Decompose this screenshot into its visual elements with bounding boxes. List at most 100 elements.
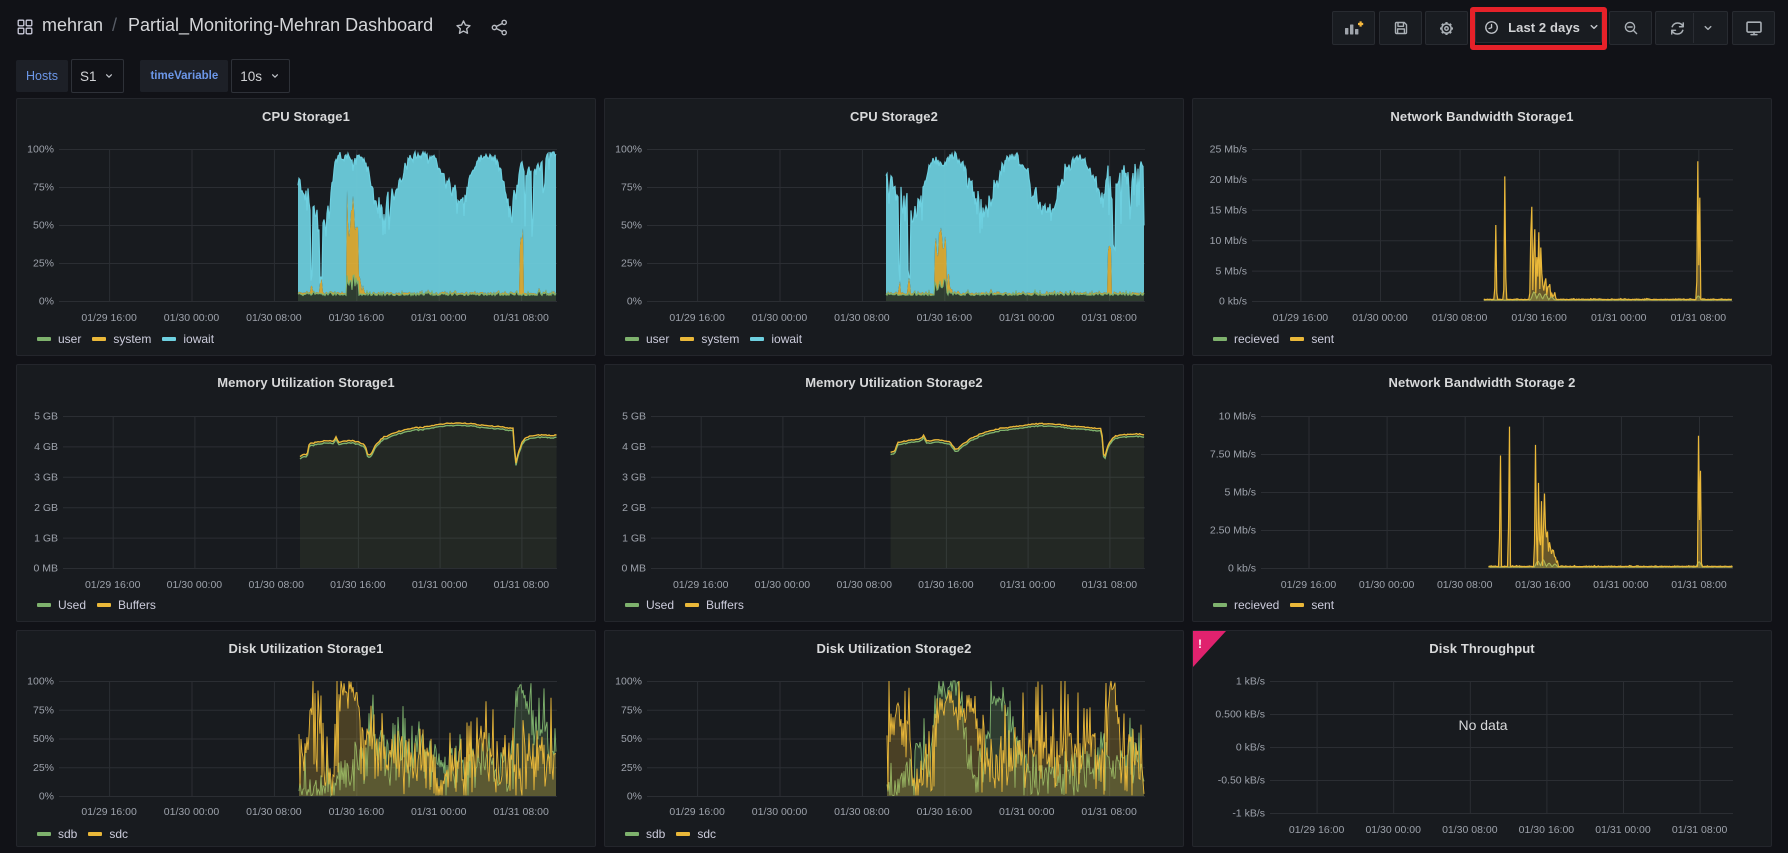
svg-text:01/31 00:00: 01/31 00:00 [412,579,468,591]
svg-text:01/30 16:00: 01/30 16:00 [917,806,973,818]
svg-text:01/29 16:00: 01/29 16:00 [669,312,725,324]
svg-text:50%: 50% [33,733,54,745]
svg-text:50%: 50% [621,733,642,745]
svg-text:01/29 16:00: 01/29 16:00 [673,579,729,591]
svg-text:2 GB: 2 GB [622,502,646,514]
svg-text:0 kB/s: 0 kB/s [1236,742,1265,754]
svg-text:01/31 08:00: 01/31 08:00 [1672,824,1728,836]
svg-text:01/31 08:00: 01/31 08:00 [1082,579,1138,591]
svg-text:01/30 00:00: 01/30 00:00 [164,806,220,818]
svg-text:100%: 100% [27,676,54,688]
svg-text:01/30 16:00: 01/30 16:00 [1519,824,1575,836]
svg-text:75%: 75% [33,182,54,194]
svg-text:01/30 08:00: 01/30 08:00 [836,579,892,591]
svg-text:01/30 08:00: 01/30 08:00 [246,806,302,818]
svg-text:5 GB: 5 GB [622,411,646,423]
svg-text:25%: 25% [621,762,642,774]
svg-text:01/31 00:00: 01/31 00:00 [1591,312,1647,324]
svg-text:01/30 08:00: 01/30 08:00 [834,806,890,818]
svg-text:01/30 00:00: 01/30 00:00 [752,312,808,324]
svg-text:01/29 16:00: 01/29 16:00 [1281,579,1337,591]
svg-text:5 Mb/s: 5 Mb/s [1224,487,1256,499]
svg-text:0%: 0% [627,791,642,803]
svg-text:100%: 100% [615,144,642,156]
svg-text:01/29 16:00: 01/29 16:00 [1289,824,1345,836]
svg-text:01/31 08:00: 01/31 08:00 [493,312,549,324]
svg-text:0.500 kB/s: 0.500 kB/s [1215,709,1265,721]
svg-text:01/30 16:00: 01/30 16:00 [329,806,385,818]
svg-text:01/30 16:00: 01/30 16:00 [917,312,973,324]
svg-text:1 GB: 1 GB [34,532,58,544]
svg-text:5 GB: 5 GB [34,411,58,423]
svg-text:10 Mb/s: 10 Mb/s [1210,235,1247,247]
svg-text:50%: 50% [33,220,54,232]
svg-text:01/30 08:00: 01/30 08:00 [834,312,890,324]
svg-text:20 Mb/s: 20 Mb/s [1210,174,1247,186]
svg-text:50%: 50% [621,220,642,232]
svg-text:01/31 08:00: 01/31 08:00 [1081,806,1137,818]
svg-text:25%: 25% [33,762,54,774]
svg-text:01/30 08:00: 01/30 08:00 [1442,824,1498,836]
svg-text:01/29 16:00: 01/29 16:00 [669,806,725,818]
svg-text:10 Mb/s: 10 Mb/s [1219,411,1256,423]
svg-text:01/29 16:00: 01/29 16:00 [1273,312,1329,324]
svg-text:15 Mb/s: 15 Mb/s [1210,205,1247,217]
svg-text:01/29 16:00: 01/29 16:00 [85,579,141,591]
svg-text:-1 kB/s: -1 kB/s [1232,808,1265,820]
svg-text:01/30 16:00: 01/30 16:00 [330,579,386,591]
svg-text:01/31 00:00: 01/31 00:00 [1593,579,1649,591]
svg-text:2.50 Mb/s: 2.50 Mb/s [1210,525,1256,537]
svg-text:01/30 08:00: 01/30 08:00 [1437,579,1493,591]
svg-text:100%: 100% [615,676,642,688]
svg-text:75%: 75% [621,182,642,194]
svg-text:1 kB/s: 1 kB/s [1236,676,1265,688]
svg-text:7.50 Mb/s: 7.50 Mb/s [1210,449,1256,461]
svg-text:1 GB: 1 GB [622,532,646,544]
svg-text:0 kb/s: 0 kb/s [1228,563,1256,575]
svg-text:01/31 00:00: 01/31 00:00 [1595,824,1651,836]
svg-text:5 Mb/s: 5 Mb/s [1215,265,1247,277]
svg-text:0%: 0% [627,296,642,308]
svg-text:01/30 00:00: 01/30 00:00 [1352,312,1408,324]
svg-text:100%: 100% [27,144,54,156]
svg-text:25%: 25% [33,258,54,270]
svg-text:75%: 75% [621,705,642,717]
svg-text:3 GB: 3 GB [622,472,646,484]
svg-text:01/31 08:00: 01/31 08:00 [493,806,549,818]
svg-text:01/31 08:00: 01/31 08:00 [1671,312,1727,324]
svg-text:01/31 00:00: 01/31 00:00 [411,806,467,818]
svg-text:01/30 16:00: 01/30 16:00 [329,312,385,324]
svg-text:0 MB: 0 MB [621,563,646,575]
svg-text:2 GB: 2 GB [34,502,58,514]
svg-text:01/30 00:00: 01/30 00:00 [164,312,220,324]
svg-text:01/30 16:00: 01/30 16:00 [1511,312,1567,324]
svg-text:01/30 00:00: 01/30 00:00 [1359,579,1415,591]
svg-text:0%: 0% [39,791,54,803]
svg-text:4 GB: 4 GB [34,441,58,453]
svg-text:0%: 0% [39,296,54,308]
svg-text:01/31 00:00: 01/31 00:00 [999,312,1055,324]
svg-text:25 Mb/s: 25 Mb/s [1210,144,1247,156]
svg-text:25%: 25% [621,258,642,270]
svg-text:01/30 08:00: 01/30 08:00 [1432,312,1488,324]
svg-text:No data: No data [1458,717,1507,733]
svg-text:0 kb/s: 0 kb/s [1219,296,1247,308]
svg-text:01/30 00:00: 01/30 00:00 [755,579,811,591]
svg-text:01/31 00:00: 01/31 00:00 [1000,579,1056,591]
svg-text:01/30 08:00: 01/30 08:00 [246,312,302,324]
svg-text:-0.50 kB/s: -0.50 kB/s [1218,775,1265,787]
svg-text:01/29 16:00: 01/29 16:00 [81,806,137,818]
svg-text:01/31 00:00: 01/31 00:00 [411,312,467,324]
svg-text:01/30 00:00: 01/30 00:00 [1365,824,1421,836]
svg-text:01/31 00:00: 01/31 00:00 [999,806,1055,818]
svg-text:01/30 16:00: 01/30 16:00 [918,579,974,591]
svg-text:75%: 75% [33,705,54,717]
svg-text:3 GB: 3 GB [34,472,58,484]
svg-text:01/30 00:00: 01/30 00:00 [167,579,223,591]
svg-text:01/29 16:00: 01/29 16:00 [81,312,137,324]
svg-text:01/30 16:00: 01/30 16:00 [1515,579,1571,591]
svg-text:0 MB: 0 MB [33,563,58,575]
svg-text:4 GB: 4 GB [622,441,646,453]
svg-text:01/30 08:00: 01/30 08:00 [248,579,304,591]
svg-text:01/31 08:00: 01/31 08:00 [1671,579,1727,591]
